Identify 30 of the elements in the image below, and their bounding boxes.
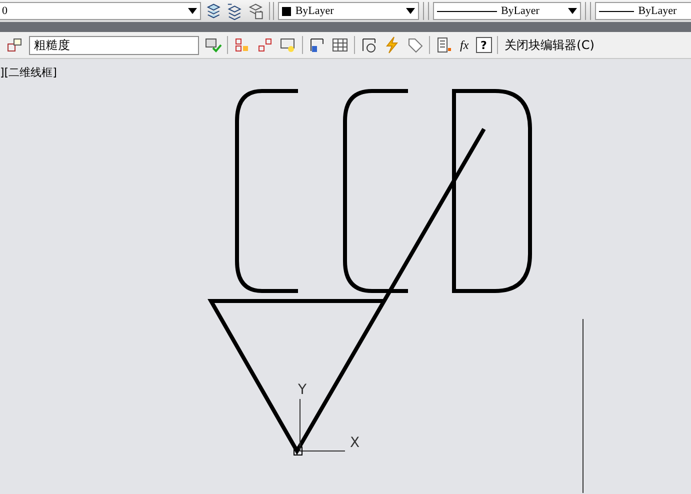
viewport-label[interactable]: ][二维线框] (0, 65, 57, 80)
layers-icon[interactable] (247, 2, 264, 20)
close-block-editor-button[interactable]: 关闭块编辑器(C) (502, 36, 596, 54)
tag-icon[interactable] (406, 36, 424, 54)
lightning-icon[interactable] (383, 36, 401, 54)
lineweight-dropdown[interactable]: ByLayer (595, 2, 691, 20)
save-block-icon[interactable] (204, 36, 222, 54)
block-edit-icon[interactable] (6, 36, 24, 54)
table-icon[interactable] (331, 36, 349, 54)
caret-icon[interactable] (188, 8, 197, 14)
y-axis-label: Y (298, 382, 307, 398)
color-swatch-icon (282, 6, 292, 16)
layer-dropdown[interactable]: 0 (0, 2, 201, 20)
caret-icon[interactable] (406, 8, 416, 14)
function-button[interactable]: fx (458, 38, 471, 52)
add-action-icon[interactable] (256, 36, 274, 54)
x-axis-label: X (350, 435, 360, 451)
add-parameter-icon[interactable] (233, 36, 251, 54)
attribute-lock-icon[interactable] (308, 36, 326, 54)
help-button[interactable]: ? (476, 37, 492, 53)
document-icon[interactable] (435, 36, 453, 54)
block-name-field[interactable]: 粗糙度 (29, 36, 199, 54)
linetype-dropdown[interactable]: ByLayer (432, 2, 582, 20)
caret-icon[interactable] (568, 8, 578, 14)
ucs-icon (294, 398, 346, 456)
layers-icon[interactable] (204, 2, 222, 20)
color-dropdown[interactable]: ByLayer (278, 2, 420, 20)
parameter-icon[interactable] (360, 36, 378, 54)
layers-icon[interactable] (226, 2, 244, 20)
visibility-icon[interactable] (279, 36, 297, 54)
